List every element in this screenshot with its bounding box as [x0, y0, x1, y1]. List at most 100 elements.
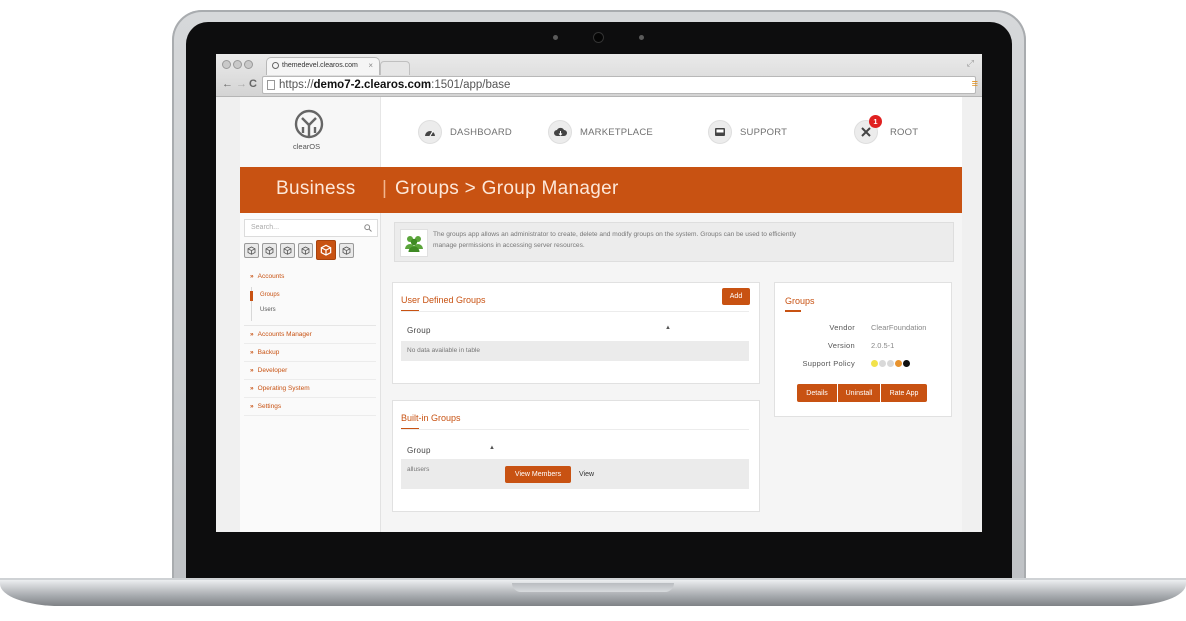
app-description-line1: The groups app allows an administrator t…: [433, 231, 797, 238]
details-button[interactable]: Details: [797, 384, 837, 402]
globe-icon: [272, 62, 279, 69]
menu-label: Operating System: [257, 385, 310, 392]
url-path: /app/base: [459, 79, 511, 91]
banner-section: Business: [276, 178, 356, 199]
uninstall-button[interactable]: Uninstall: [838, 384, 880, 402]
logo-text: clearOS: [293, 142, 321, 151]
nav-dashboard-label: DASHBOARD: [450, 126, 512, 138]
screen: themedevel.clearos.com × ⤢ ← → C https:/…: [216, 54, 982, 532]
app-info-title: Groups: [785, 296, 815, 306]
empty-table-message: No data available in table: [407, 347, 480, 354]
window-minimize-button[interactable]: [233, 60, 242, 69]
menu-settings[interactable]: » Settings: [244, 398, 376, 416]
new-tab-button[interactable]: [380, 61, 410, 75]
app-description-line2: manage permissions in accessing server r…: [433, 242, 585, 249]
menu-accounts-label: Accounts: [257, 273, 285, 280]
tab-close-icon[interactable]: ×: [368, 61, 373, 70]
app-info-panel: Groups Vendor ClearFoundation Version 2.…: [774, 282, 952, 417]
window-close-button[interactable]: [222, 60, 231, 69]
category-cube-icon-4[interactable]: [298, 243, 313, 258]
clearos-logo[interactable]: clearOS: [240, 97, 381, 167]
category-cube-icon-active[interactable]: [316, 240, 336, 260]
rate-app-button[interactable]: Rate App: [881, 384, 927, 402]
view-members-button[interactable]: View Members: [505, 466, 571, 483]
sort-ascending-icon[interactable]: ▲: [665, 325, 671, 331]
app-container: clearOS DASHBOARD MARKETPLACE SUPPORT 1: [240, 97, 962, 532]
url-scheme: https://: [279, 79, 314, 91]
table-header-group[interactable]: Group: [407, 446, 431, 455]
notification-badge: 1: [869, 115, 882, 128]
chevron-icon: »: [250, 331, 254, 338]
cloud-download-icon: [548, 120, 572, 144]
menu-backup[interactable]: » Backup: [244, 344, 376, 362]
category-cube-icon-3[interactable]: [280, 243, 295, 258]
chevron-icon: »: [250, 385, 254, 392]
nav-support[interactable]: SUPPORT: [708, 119, 787, 145]
category-cube-icon-6[interactable]: [339, 243, 354, 258]
banner-separator: |: [382, 178, 388, 199]
search-input[interactable]: Search...: [244, 219, 378, 237]
nav-dashboard[interactable]: DASHBOARD: [418, 119, 512, 145]
url-text: https://demo7-2.clearos.com:1501/app/bas…: [279, 77, 510, 93]
vendor-label: Vendor: [829, 323, 855, 332]
submenu-groups[interactable]: Groups: [260, 292, 280, 298]
add-group-button[interactable]: Add: [722, 288, 750, 305]
top-header: clearOS DASHBOARD MARKETPLACE SUPPORT 1: [240, 97, 962, 167]
title-rule: [401, 429, 749, 430]
window-zoom-button[interactable]: [244, 60, 253, 69]
nav-support-label: SUPPORT: [740, 126, 788, 138]
reload-icon[interactable]: C: [249, 76, 257, 92]
page-banner: Business | Groups > Group Manager: [240, 167, 962, 213]
laptop-notch: [512, 583, 674, 592]
view-button[interactable]: View: [579, 471, 594, 478]
nav-marketplace-label: MARKETPLACE: [580, 126, 653, 138]
menu-operating-system[interactable]: » Operating System: [244, 380, 376, 398]
built-in-groups-panel: Built-in Groups Group ▲ allusers View Me…: [392, 400, 760, 512]
nav-marketplace[interactable]: MARKETPLACE: [548, 119, 653, 145]
resize-icon[interactable]: ⤢: [967, 58, 974, 69]
table-empty-row: No data available in table: [401, 341, 749, 361]
category-cube-icon-1[interactable]: [244, 243, 259, 258]
support-dot-icon: [903, 360, 910, 367]
inbox-icon: [708, 120, 732, 144]
menu-accounts-manager[interactable]: » Accounts Manager: [244, 326, 376, 344]
vendor-value: ClearFoundation: [871, 323, 927, 332]
user-defined-groups-title: User Defined Groups: [401, 295, 486, 305]
category-cube-icon-2[interactable]: [262, 243, 277, 258]
camera-dot-left: [553, 35, 558, 40]
title-underline: [785, 310, 801, 312]
page-icon: [267, 80, 275, 90]
camera-icon: [594, 33, 603, 42]
back-icon[interactable]: ←: [222, 76, 233, 92]
menu-label: Settings: [257, 403, 282, 410]
table-row: allusers View Members View: [401, 459, 749, 489]
search-placeholder: Search...: [251, 224, 280, 231]
browser-tab[interactable]: themedevel.clearos.com ×: [266, 57, 380, 75]
table-header-group[interactable]: Group: [407, 326, 431, 335]
forward-icon[interactable]: →: [236, 76, 247, 92]
chevron-icon: »: [250, 349, 254, 356]
submenu-users[interactable]: Users: [260, 307, 276, 313]
url-host: demo7-2.clearos.com: [313, 79, 432, 91]
nav-root-label: ROOT: [890, 126, 919, 138]
group-name: allusers: [407, 466, 430, 473]
menu-label: Developer: [257, 367, 288, 374]
title-rule: [401, 311, 749, 312]
browser-menu-icon[interactable]: ≡: [972, 78, 978, 90]
menu-label: Accounts Manager: [257, 331, 312, 338]
sidebar: Search... » Accounts Groups Users » Acco…: [240, 213, 381, 532]
app-description-box: The groups app allows an administrator t…: [394, 222, 954, 262]
menu-label: Backup: [257, 349, 280, 356]
menu-developer[interactable]: » Developer: [244, 362, 376, 380]
built-in-groups-title: Built-in Groups: [401, 413, 461, 423]
search-icon[interactable]: [364, 224, 372, 232]
address-bar[interactable]: https://demo7-2.clearos.com:1501/app/bas…: [262, 76, 976, 94]
dashboard-gauge-icon: [418, 120, 442, 144]
tab-title: themedevel.clearos.com: [282, 62, 358, 69]
menu-accounts[interactable]: » Accounts: [244, 271, 376, 283]
support-policy-indicator: [871, 360, 916, 368]
sort-ascending-icon[interactable]: ▲: [489, 445, 495, 451]
nav-root[interactable]: 1 ROOT: [854, 115, 919, 145]
users-group-icon: [400, 229, 428, 257]
app-viewport: clearOS DASHBOARD MARKETPLACE SUPPORT 1: [216, 97, 982, 532]
